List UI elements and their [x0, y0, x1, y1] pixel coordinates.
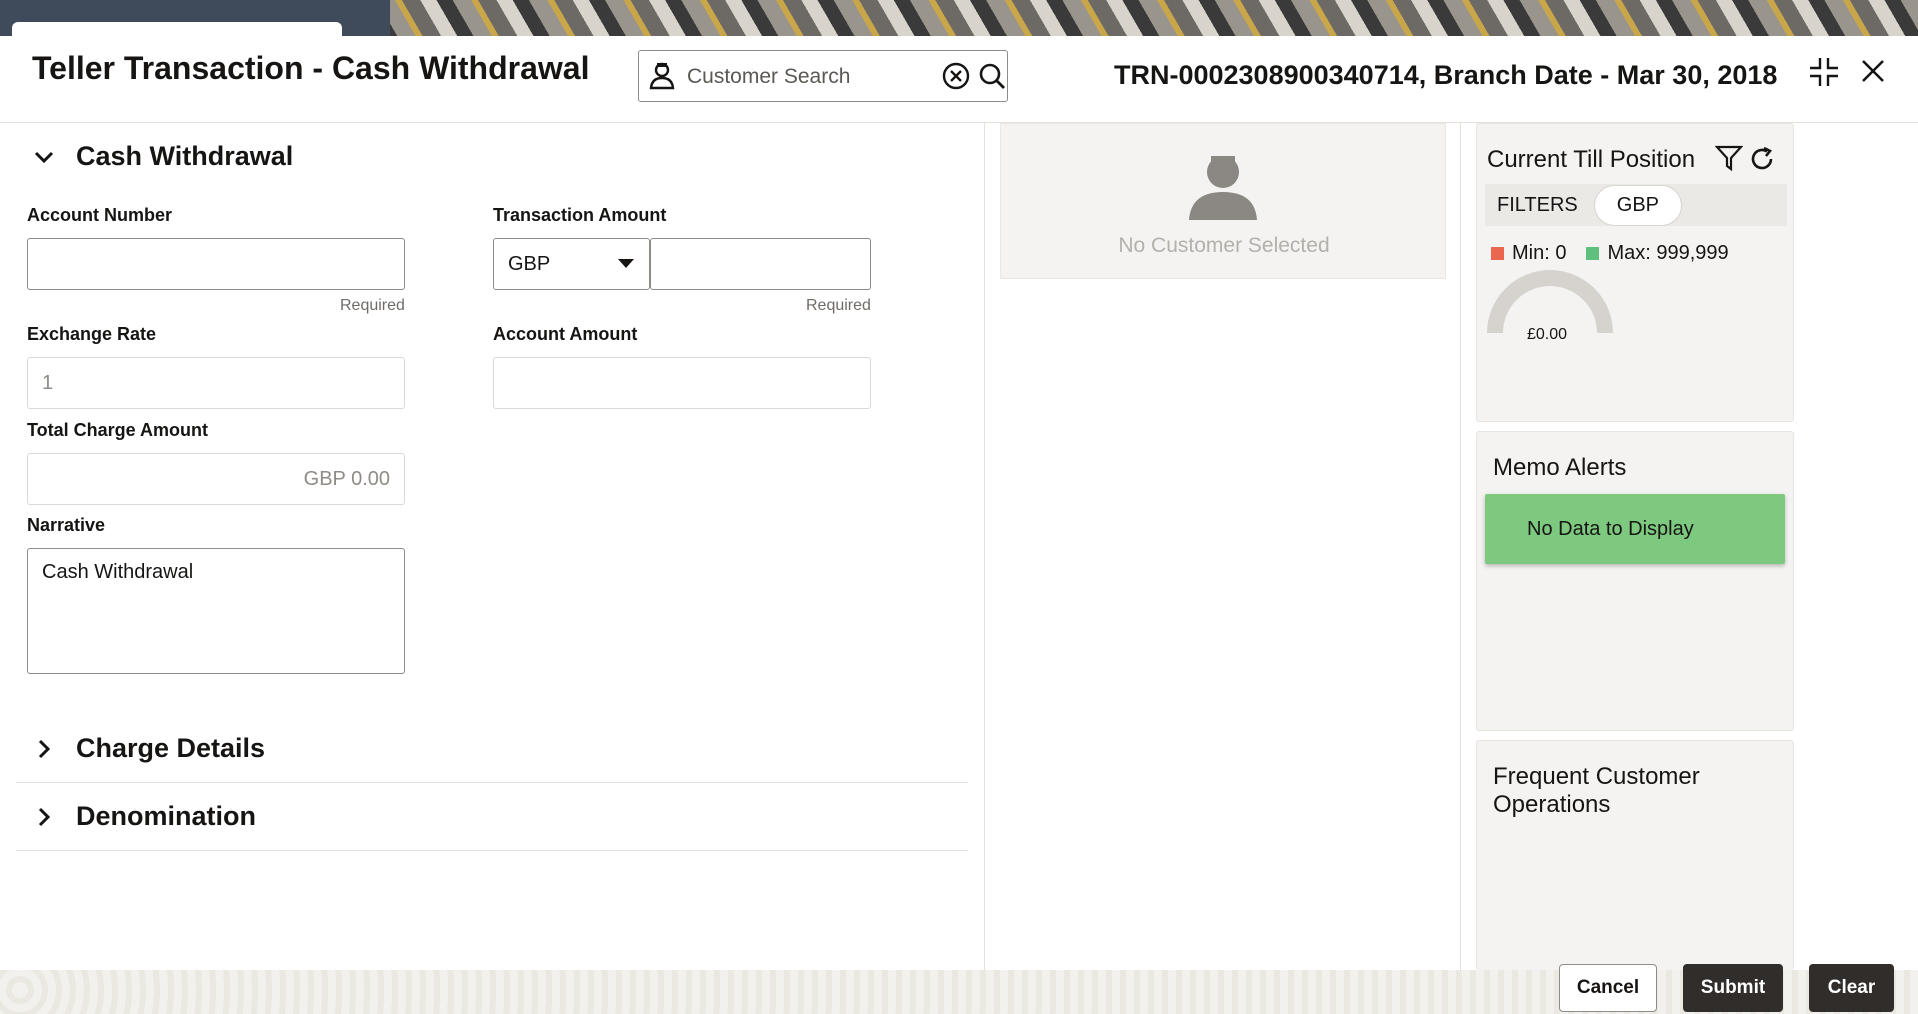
exchange-rate-label: Exchange Rate — [27, 324, 157, 344]
exchange-rate-field: 1 — [27, 357, 405, 409]
frequent-operations-title-line1: Frequent Customer — [1493, 763, 1700, 790]
account-number-label: Account Number — [27, 205, 173, 225]
memo-alerts-empty: No Data to Display — [1485, 494, 1785, 564]
chevron-right-icon — [38, 739, 51, 758]
chevron-down-icon — [34, 151, 54, 163]
no-customer-text: No Customer Selected — [1118, 234, 1330, 257]
account-number-required: Required — [340, 297, 405, 314]
customer-placeholder-icon — [1185, 152, 1261, 227]
frequent-operations-card: Frequent Customer Operations — [1476, 740, 1794, 970]
account-amount-label: Account Amount — [493, 324, 638, 344]
panel-divider — [1460, 123, 1461, 970]
transaction-form: Cash Withdrawal Account Number Required … — [0, 123, 984, 970]
cancel-button[interactable]: Cancel — [1559, 964, 1657, 1012]
clear-search-icon[interactable] — [941, 61, 971, 96]
currency-filter-pill[interactable]: GBP — [1593, 184, 1683, 226]
currency-select[interactable]: GBP — [493, 238, 650, 290]
memo-alerts-title: Memo Alerts — [1493, 454, 1627, 481]
dropdown-caret-icon — [618, 259, 634, 268]
submit-button[interactable]: Submit — [1683, 964, 1783, 1012]
denomination-section-header[interactable]: Denomination — [32, 801, 256, 832]
customer-search[interactable]: Customer Search — [638, 50, 1008, 102]
account-amount-field — [493, 357, 871, 409]
customer-info-card: No Customer Selected — [1000, 123, 1446, 279]
narrative-textarea[interactable]: Cash Withdrawal — [27, 548, 405, 674]
max-legend-label: Max: 999,999 — [1607, 242, 1729, 264]
background-banner — [0, 0, 1918, 36]
divider — [16, 850, 968, 851]
transaction-amount-required: Required — [806, 297, 871, 314]
till-position-card: Current Till Position FILTERS GBP Min: 0… — [1476, 123, 1794, 422]
filter-icon[interactable] — [1714, 144, 1744, 177]
divider — [16, 782, 968, 783]
collapse-icon[interactable] — [1808, 56, 1840, 93]
frequent-operations-title: Frequent Customer Operations — [1493, 763, 1700, 819]
narrative-label: Narrative — [27, 515, 106, 535]
page-title: Teller Transaction - Cash Withdrawal — [32, 50, 590, 86]
transaction-amount-label: Transaction Amount — [493, 205, 667, 225]
refresh-icon[interactable] — [1749, 146, 1775, 177]
transaction-amount-input[interactable] — [650, 238, 871, 290]
memo-alerts-card: Memo Alerts No Data to Display — [1476, 431, 1794, 731]
min-legend-label: Min: 0 — [1512, 242, 1567, 264]
transaction-info: TRN-0002308900340714, Branch Date - Mar … — [1114, 60, 1778, 90]
gauge-value: £0.00 — [1527, 326, 1568, 343]
max-legend-swatch — [1586, 247, 1600, 260]
cash-withdrawal-section-header[interactable]: Cash Withdrawal — [32, 141, 293, 172]
currency-value: GBP — [508, 252, 551, 275]
customer-icon — [647, 61, 677, 96]
till-position-title: Current Till Position — [1487, 146, 1696, 173]
charge-details-title: Charge Details — [76, 733, 266, 763]
transaction-dialog: Teller Transaction - Cash Withdrawal Cus… — [0, 36, 1918, 970]
search-icon[interactable] — [977, 61, 1007, 96]
till-legend: Min: 0 Max: 999,999 — [1491, 242, 1729, 265]
search-input[interactable]: Customer Search — [687, 65, 850, 89]
gauge-track — [1487, 270, 1613, 334]
filters-label: FILTERS — [1497, 193, 1578, 216]
chevron-right-icon — [38, 807, 51, 826]
total-charge-label: Total Charge Amount — [27, 420, 208, 440]
account-number-input[interactable] — [27, 238, 405, 290]
charge-details-section-header[interactable]: Charge Details — [32, 733, 265, 764]
frequent-operations-title-line2: Operations — [1493, 791, 1611, 818]
min-legend-swatch — [1491, 247, 1504, 260]
total-charge-field: GBP 0.00 — [27, 453, 405, 505]
denomination-title: Denomination — [76, 801, 256, 831]
close-icon[interactable] — [1860, 58, 1886, 89]
background-tab — [0, 0, 390, 36]
filters-bar: FILTERS GBP — [1485, 184, 1787, 226]
panel-divider — [984, 123, 985, 970]
clear-button[interactable]: Clear — [1809, 964, 1894, 1012]
dialog-header: Teller Transaction - Cash Withdrawal Cus… — [0, 36, 1918, 123]
section-title: Cash Withdrawal — [76, 141, 294, 171]
